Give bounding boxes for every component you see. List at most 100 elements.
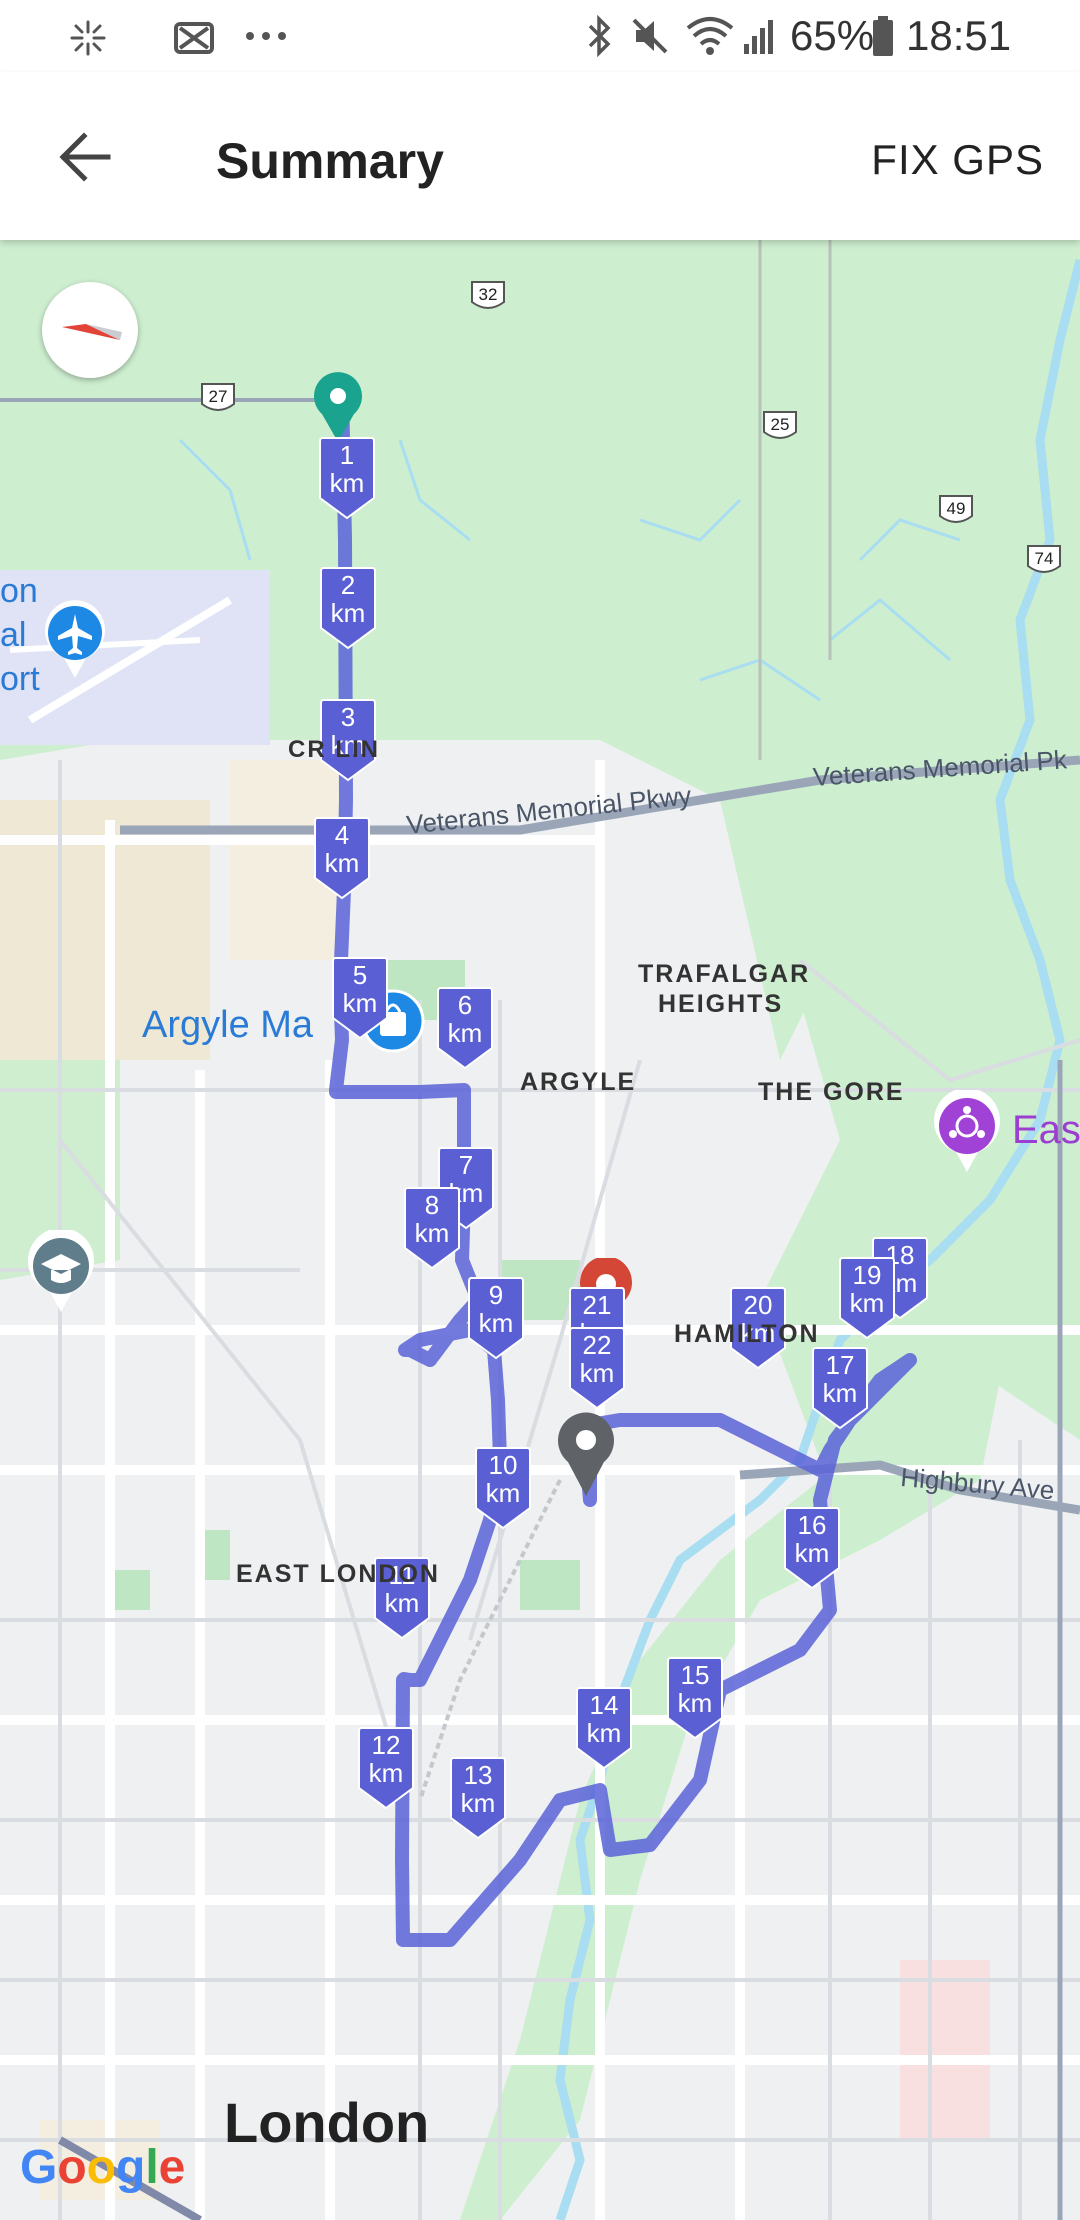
km-marker-number: 3 <box>341 702 355 732</box>
km-marker-number: 8 <box>425 1190 439 1220</box>
km-marker-unit: km <box>330 468 365 498</box>
status-bar: 65% 18:51 <box>0 0 1080 72</box>
google-logo: Google <box>20 2141 186 2194</box>
svg-text:25: 25 <box>771 415 790 434</box>
km-marker-4[interactable]: 4km <box>313 816 371 900</box>
km-marker-19[interactable]: 19km <box>838 1256 896 1340</box>
km-marker-12[interactable]: 12km <box>357 1726 415 1810</box>
battery-icon <box>873 16 893 56</box>
school-icon <box>28 1230 94 1312</box>
highway-shield: 74 <box>1027 545 1061 573</box>
mute-icon <box>632 18 668 54</box>
km-marker-number: 19 <box>853 1260 882 1290</box>
km-marker-2[interactable]: 2km <box>319 566 377 650</box>
km-marker-number: 1 <box>340 440 354 470</box>
signal-icon <box>744 20 773 54</box>
km-marker-number: 15 <box>681 1660 710 1690</box>
km-marker-number: 10 <box>489 1450 518 1480</box>
svg-text:74: 74 <box>1035 549 1054 568</box>
label-airport-line2: al <box>0 616 27 654</box>
km-marker-number: 14 <box>590 1690 619 1720</box>
map-canvas: 32 27 25 49 74 <box>0 240 1080 2220</box>
km-marker-unit: km <box>850 1288 885 1318</box>
label-airport-line3: ort <box>0 660 40 698</box>
km-marker-15[interactable]: 15km <box>666 1656 724 1740</box>
km-marker-unit: km <box>795 1538 830 1568</box>
green-patch <box>520 1560 580 1610</box>
km-marker-unit: km <box>343 988 378 1018</box>
km-marker-unit: km <box>448 1018 483 1048</box>
km-marker-16[interactable]: 16km <box>783 1506 841 1590</box>
km-marker-number: 2 <box>341 570 355 600</box>
label-hamilton: HAMILTON <box>674 1320 820 1348</box>
km-marker-unit: km <box>479 1308 514 1338</box>
km-marker-unit: km <box>385 1588 420 1618</box>
wifi-icon <box>686 17 734 55</box>
app-bar: Summary FIX GPS <box>0 72 1080 240</box>
km-marker-unit: km <box>587 1718 622 1748</box>
back-arrow-icon[interactable] <box>50 122 120 192</box>
compass-button[interactable] <box>42 282 138 378</box>
km-marker-unit: km <box>369 1758 404 1788</box>
km-marker-17[interactable]: 17km <box>811 1346 869 1430</box>
km-marker-14[interactable]: 14km <box>575 1686 633 1770</box>
km-marker-unit: km <box>823 1378 858 1408</box>
app-icon <box>174 22 214 54</box>
km-marker-number: 20 <box>744 1290 773 1320</box>
commercial-area <box>900 1960 990 2140</box>
bluetooth-icon <box>588 14 611 58</box>
label-london: London <box>224 2091 430 2154</box>
label-the-gore: THE GORE <box>758 1078 905 1106</box>
green-patch <box>110 1570 150 1610</box>
label-trafalgar: TRAFALGAR <box>638 960 811 988</box>
label-east-attraction[interactable]: Eas <box>1012 1108 1080 1153</box>
km-marker-number: 16 <box>798 1510 827 1540</box>
km-marker-1[interactable]: 1km <box>318 436 376 520</box>
highway-shield: 27 <box>201 383 235 411</box>
fix-gps-button[interactable]: FIX GPS <box>871 136 1044 184</box>
km-marker-number: 17 <box>826 1350 855 1380</box>
battery-percent: 65% <box>790 12 875 59</box>
km-marker-unit: km <box>331 598 366 628</box>
km-marker-number: 4 <box>335 820 349 850</box>
label-crumlin: CR LIN <box>288 736 380 763</box>
km-marker-9[interactable]: 9km <box>467 1276 525 1360</box>
km-marker-10[interactable]: 10km <box>474 1446 532 1530</box>
km-marker-number: 21 <box>583 1290 612 1320</box>
km-marker-unit: km <box>678 1688 713 1718</box>
start-pin[interactable] <box>312 372 364 444</box>
current-position-pin[interactable] <box>556 1412 616 1498</box>
km-marker-unit: km <box>325 848 360 878</box>
more-dots-icon <box>246 32 286 40</box>
km-marker-8[interactable]: 8km <box>403 1186 461 1270</box>
highway-shield: 32 <box>471 281 505 309</box>
km-marker-number: 9 <box>489 1280 503 1310</box>
km-marker-6[interactable]: 6km <box>436 986 494 1070</box>
svg-text:49: 49 <box>947 499 966 518</box>
airport-icon <box>45 600 105 678</box>
km-marker-22[interactable]: 22km <box>568 1326 626 1410</box>
svg-text:32: 32 <box>479 285 498 304</box>
compass-icon <box>62 324 122 340</box>
km-marker-number: 12 <box>372 1730 401 1760</box>
page-title: Summary <box>216 133 444 189</box>
km-marker-number: 22 <box>583 1330 612 1360</box>
km-marker-unit: km <box>415 1218 450 1248</box>
km-marker-number: 6 <box>458 990 472 1020</box>
km-marker-5[interactable]: 5km <box>331 956 389 1040</box>
route-map[interactable]: 32 27 25 49 74 1 km 2 km 3 km 4 km 5 km … <box>0 240 1080 2220</box>
label-airport-line1: on <box>0 572 38 610</box>
km-marker-unit: km <box>580 1358 615 1388</box>
label-east-london: EAST LONDON <box>236 1560 440 1588</box>
km-marker-number: 7 <box>459 1150 473 1180</box>
highway-shield: 49 <box>939 495 973 523</box>
label-argyle: ARGYLE <box>520 1068 637 1096</box>
attraction-icon <box>934 1090 1000 1172</box>
pinwheel-icon <box>70 20 106 56</box>
km-marker-13[interactable]: 13km <box>449 1756 507 1840</box>
km-marker-unit: km <box>486 1478 521 1508</box>
label-heights: HEIGHTS <box>658 990 784 1018</box>
svg-text:27: 27 <box>209 387 228 406</box>
highway-shield: 25 <box>763 411 797 439</box>
label-argyle-mall[interactable]: Argyle Ma <box>142 1004 313 1047</box>
